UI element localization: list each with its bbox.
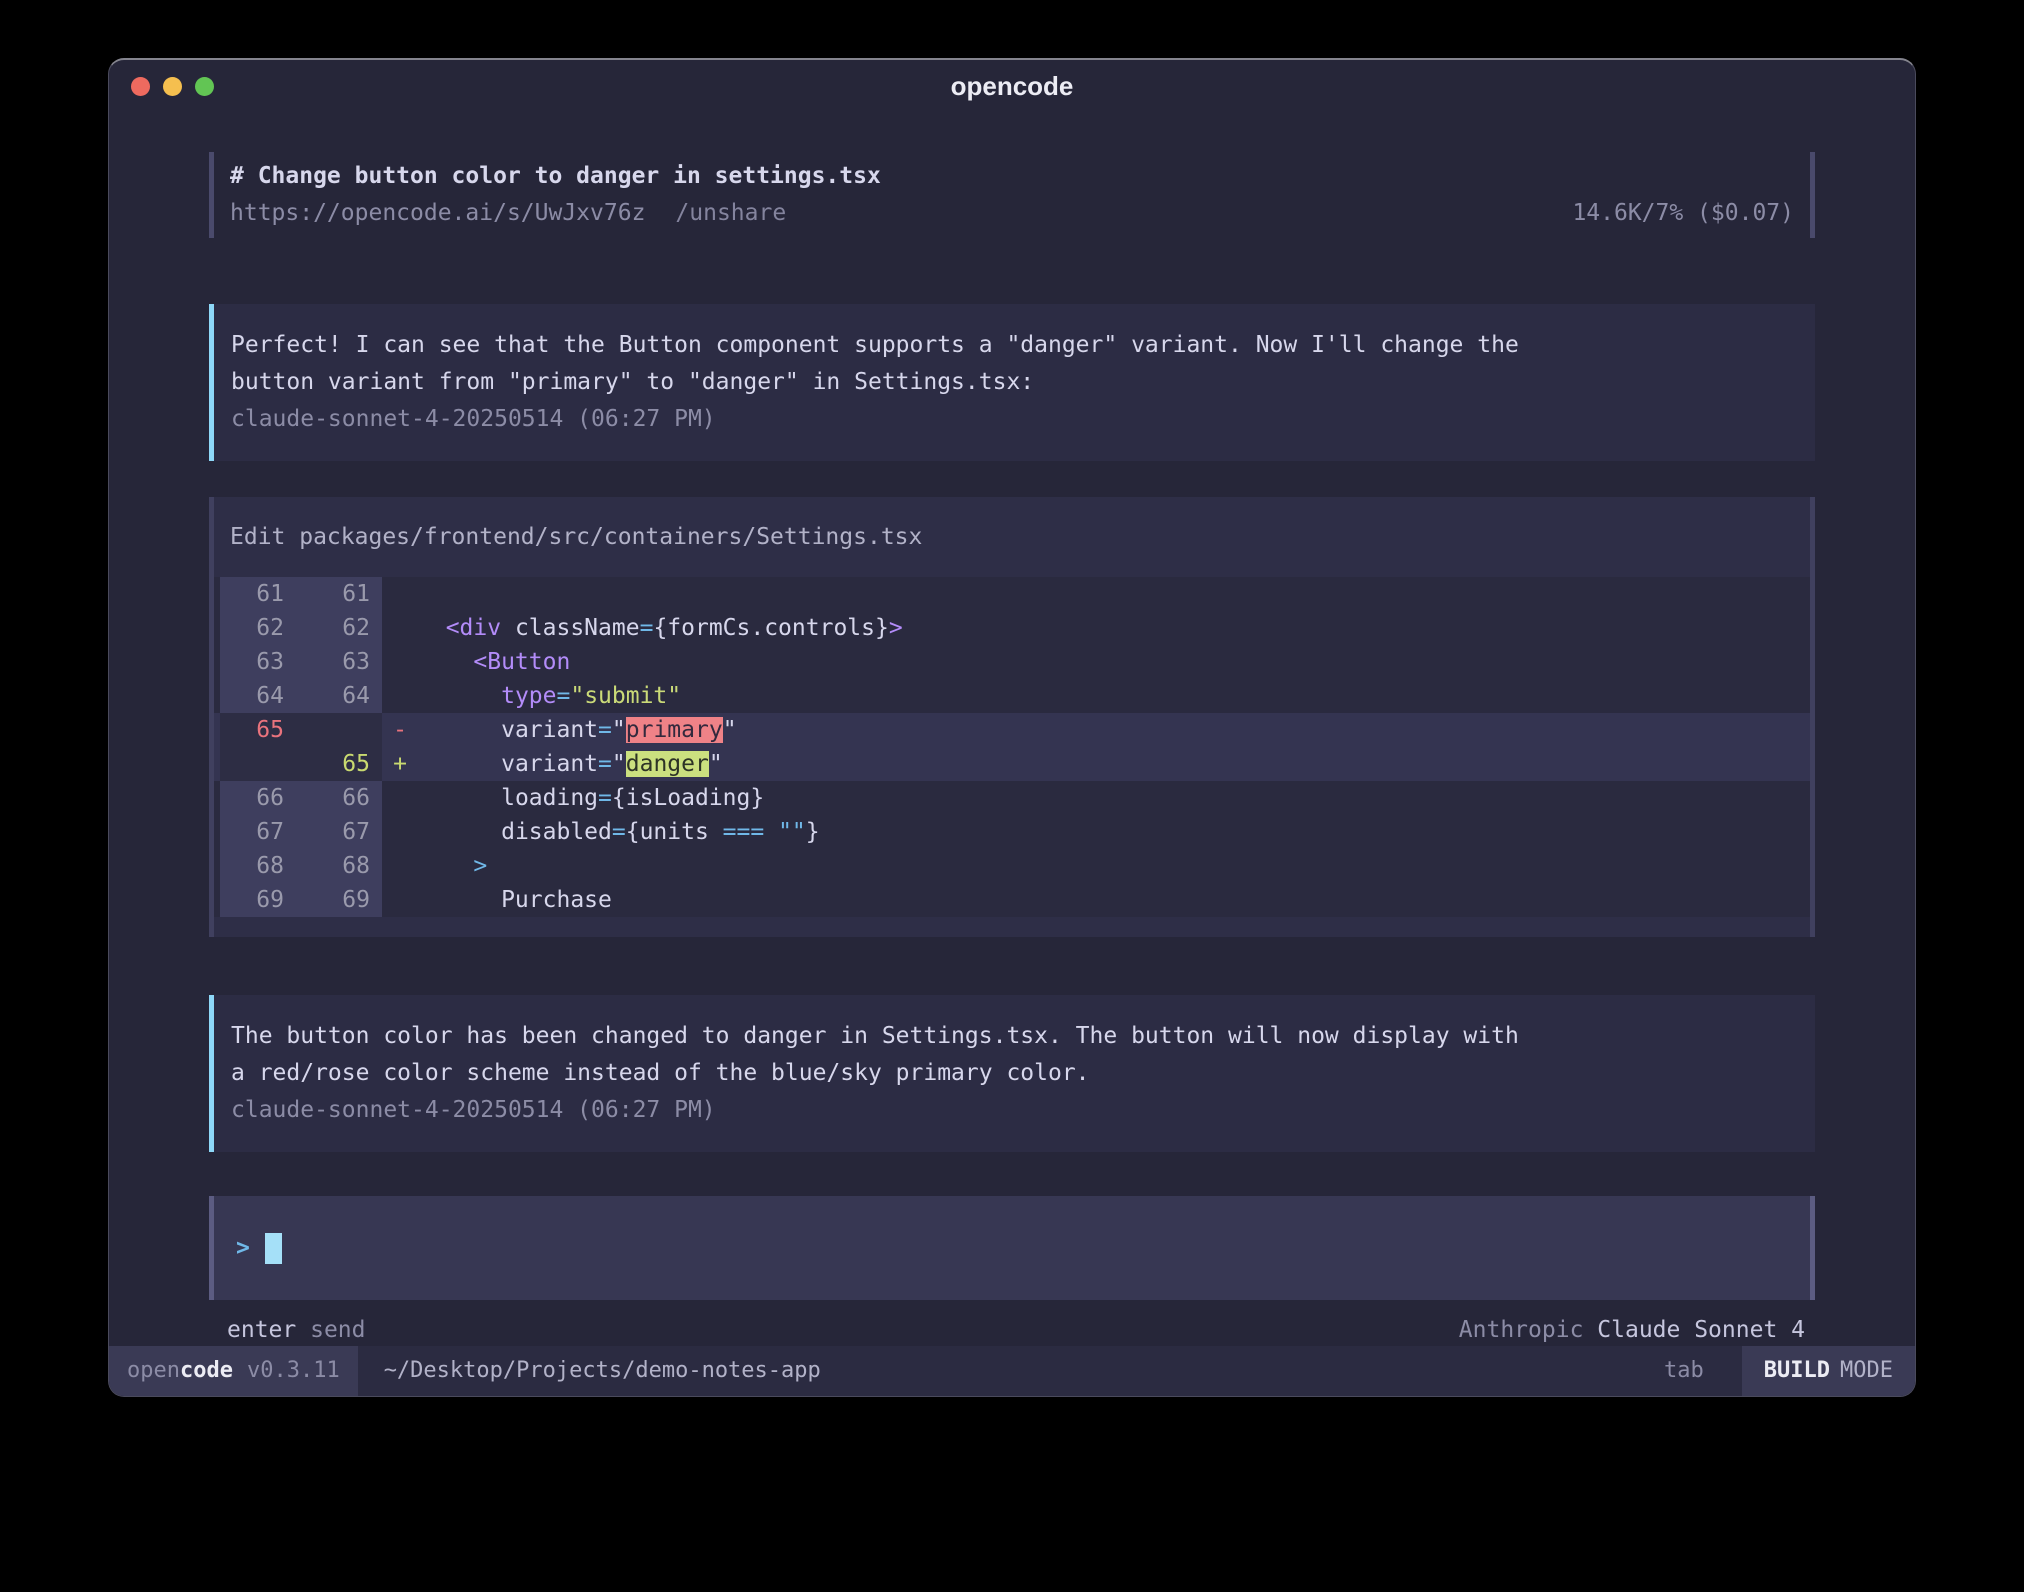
diff-sign [382,577,418,611]
line-number-old: 63 [220,645,296,679]
session-header: # Change button color to danger in setti… [209,152,1815,238]
message-line: The button color has been changed to dan… [231,1018,1798,1055]
line-number-old: 67 [220,815,296,849]
diff-code-line: <Button [418,645,1810,679]
assistant-message-2: The button color has been changed to dan… [209,995,1815,1152]
diff-code-line: variant="primary" [418,713,1810,747]
line-number-new [296,713,382,747]
line-number-new: 68 [296,849,382,883]
message-line: a red/rose color scheme instead of the b… [231,1055,1798,1092]
tab-key-hint[interactable]: tab [1664,1346,1704,1396]
diff-code-line: loading={isLoading} [418,781,1810,815]
message-line: button variant from "primary" to "danger… [231,364,1798,401]
zoom-window-button[interactable] [195,77,214,96]
diff-sign [382,781,418,815]
titlebar: opencode [109,60,1915,112]
diff-code-line: > [418,849,1810,883]
unshare-command[interactable]: /unshare [675,200,786,226]
prompt-symbol: > [236,1235,250,1261]
diff-row: 6969 Purchase [214,883,1810,917]
diff-sign [382,849,418,883]
diff-sign [382,611,418,645]
line-number-new: 67 [296,815,382,849]
diff-row: 65 - variant="primary" [214,713,1810,747]
diff-row: 6464 type="submit" [214,679,1810,713]
mode-name: BUILD [1764,1358,1830,1383]
line-number-old: 69 [220,883,296,917]
diff-code-line: type="submit" [418,679,1810,713]
app-name-code: code [180,1358,233,1383]
share-url-link[interactable]: https://opencode.ai/s/UwJxv76z [230,200,645,226]
message-model-timestamp: claude-sonnet-4-20250514 (06:27 PM) [231,401,1798,438]
diff-code-line: <div className={formCs.controls}> [418,611,1810,645]
context-usage-stats: 14.6K/7% ($0.07) [1572,195,1794,232]
message-line: Perfect! I can see that the Button compo… [231,327,1798,364]
hints-row: enter send Anthropic Claude Sonnet 4 [209,1312,1815,1348]
line-number-old: 65 [220,713,296,747]
diff-row: 6767 disabled={units === ""} [214,815,1810,849]
line-number-old: 61 [220,577,296,611]
working-directory: ~/Desktop/Projects/demo-notes-app [384,1346,1664,1396]
chat-input[interactable]: > [209,1196,1815,1300]
provider-name: Anthropic [1459,1317,1584,1343]
line-number-old: 66 [220,781,296,815]
diff-row: 6666 loading={isLoading} [214,781,1810,815]
message-model-timestamp: claude-sonnet-4-20250514 (06:27 PM) [231,1092,1798,1129]
line-number-old: 62 [220,611,296,645]
opencode-window: opencode # Change button color to danger… [108,58,1916,1397]
line-number-new: 65 [296,747,382,781]
diff-sign [382,645,418,679]
send-action-hint: send [310,1317,365,1343]
diff-sign [382,883,418,917]
line-number-old: 68 [220,849,296,883]
line-number-new: 61 [296,577,382,611]
line-number-old [220,747,296,781]
diff-row: 6161 [214,577,1810,611]
diff-row: 6363 <Button [214,645,1810,679]
diff-row: 6868 > [214,849,1810,883]
diff-sign [382,679,418,713]
traffic-lights [131,77,214,96]
minimize-window-button[interactable] [163,77,182,96]
app-version-segment: opencode v0.3.11 [109,1346,358,1396]
enter-key-hint: enter [227,1317,296,1343]
diff-code-line: disabled={units === ""} [418,815,1810,849]
mode-segment[interactable]: BUILD MODE [1742,1346,1915,1396]
diff-sign: + [382,747,418,781]
diff-rows: 6161 6262 <div className={formCs.control… [214,577,1810,917]
line-number-new: 69 [296,883,382,917]
diff-row: 6262 <div className={formCs.controls}> [214,611,1810,645]
app-version: v0.3.11 [247,1358,340,1383]
diff-code-line [418,577,1810,611]
line-number-new: 64 [296,679,382,713]
line-number-new: 63 [296,645,382,679]
close-window-button[interactable] [131,77,150,96]
edit-tool-block: Edit packages/frontend/src/containers/Se… [209,497,1815,937]
status-bar: opencode v0.3.11 ~/Desktop/Projects/demo-… [109,1346,1915,1396]
diff-code-line: Purchase [418,883,1810,917]
diff-row: 65+ variant="danger" [214,747,1810,781]
line-number-new: 62 [296,611,382,645]
diff-sign [382,815,418,849]
assistant-message-1: Perfect! I can see that the Button compo… [209,304,1815,461]
line-number-new: 66 [296,781,382,815]
session-title: # Change button color to danger in setti… [230,158,1794,195]
diff-code-line: variant="danger" [418,747,1810,781]
model-name: Claude Sonnet 4 [1597,1317,1805,1343]
mode-label: MODE [1840,1358,1893,1383]
edit-tool-title: Edit packages/frontend/src/containers/Se… [214,519,1810,555]
text-cursor [265,1233,282,1264]
diff-sign: - [382,713,418,747]
app-name-open: open [127,1358,180,1383]
window-title: opencode [109,60,1915,112]
line-number-old: 64 [220,679,296,713]
